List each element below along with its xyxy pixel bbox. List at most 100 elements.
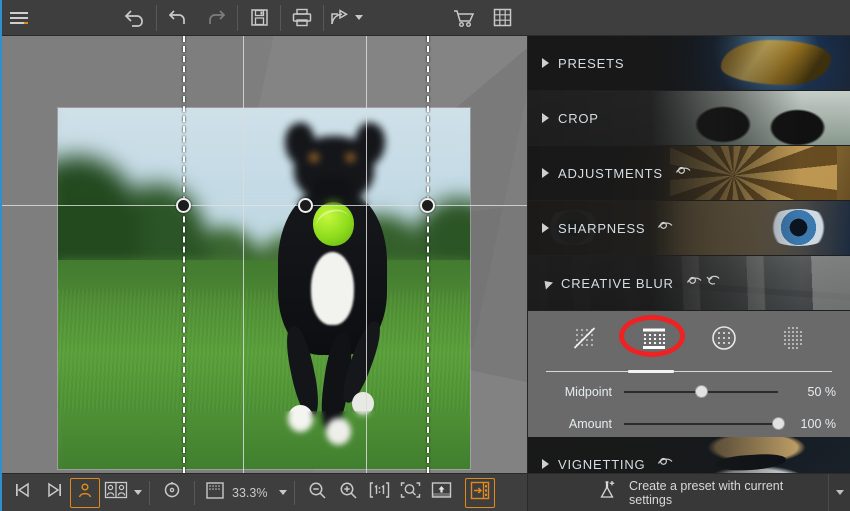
create-preset-button[interactable]: Create a preset with current settings <box>528 474 828 511</box>
single-portrait-icon <box>76 481 94 504</box>
one-to-one-icon <box>368 480 391 505</box>
fullscreen-button[interactable] <box>426 478 456 508</box>
sidebar-item-creative-blur[interactable]: CREATIVE BLUR <box>528 256 850 311</box>
mode-underline <box>546 371 832 372</box>
chevron-right-icon <box>542 113 549 123</box>
hamburger-menu-button[interactable] <box>0 0 38 36</box>
compare-view-button[interactable] <box>101 478 142 508</box>
zoom-out-button[interactable] <box>302 478 332 508</box>
blur-handle-left[interactable] <box>176 198 191 213</box>
chevron-down-icon[interactable] <box>279 490 288 495</box>
toolbar-divider <box>280 4 281 31</box>
sidebar-item-presets[interactable]: PRESETS <box>528 36 850 91</box>
blur-mode-none[interactable] <box>564 322 606 358</box>
sidebar-item-label: PRESETS <box>558 55 625 71</box>
dog-paw <box>325 418 351 445</box>
diamond-dots-icon <box>780 325 806 356</box>
amount-slider-row: Amount 100 % <box>528 411 850 437</box>
midpoint-slider[interactable] <box>624 385 778 399</box>
chevron-down-icon[interactable] <box>134 490 142 495</box>
sidebar-item-crop[interactable]: CROP <box>528 91 850 146</box>
main-area: PRESETS CROP ADJUSTMENTS SHARPNESS CREAT… <box>0 36 850 473</box>
dots-crossed-out-icon <box>572 325 598 356</box>
printer-icon <box>291 7 313 28</box>
blur-mode-radial[interactable] <box>703 322 745 358</box>
cart-button[interactable] <box>445 0 483 36</box>
blur-handle-right[interactable] <box>420 198 435 213</box>
sidebar-item-sharpness[interactable]: SHARPNESS <box>528 201 850 256</box>
rotate-arrow-icon <box>161 479 183 506</box>
undo-button[interactable] <box>159 0 197 36</box>
photo-editor-window: PRESETS CROP ADJUSTMENTS SHARPNESS CREAT… <box>0 0 850 511</box>
eye-visibility-icon[interactable] <box>686 274 703 292</box>
amount-slider[interactable] <box>624 417 785 431</box>
shopping-cart-icon <box>452 7 476 29</box>
dual-portrait-icon <box>104 481 128 504</box>
chevron-down-icon <box>540 276 554 290</box>
toolbar-divider <box>149 480 150 505</box>
sidebar-item-label: CROP <box>558 110 599 126</box>
window-left-accent <box>0 0 2 511</box>
midpoint-slider-knob[interactable] <box>695 385 708 398</box>
amount-slider-value: 100 % <box>800 417 836 431</box>
print-button[interactable] <box>283 0 321 36</box>
eye-visibility-icon[interactable] <box>657 219 674 237</box>
share-arrow-icon <box>328 7 350 28</box>
creative-blur-panel: Midpoint 50 % Amount 100 % <box>528 311 850 437</box>
zoom-in-button[interactable] <box>333 478 363 508</box>
zoom-level-value: 33.3% <box>232 485 268 500</box>
photo-preview[interactable] <box>57 107 471 470</box>
hamburger-menu-icon <box>8 10 30 26</box>
toolbar-divider <box>194 480 195 505</box>
dotted-frame-icon <box>205 481 225 505</box>
sidebar-item-label: VIGNETTING <box>558 456 646 472</box>
amount-slider-knob[interactable] <box>772 417 785 430</box>
zoom-actual-button[interactable] <box>364 478 394 508</box>
grid-thumbnails-icon <box>492 7 513 28</box>
sidebar-item-label: SHARPNESS <box>558 220 646 236</box>
tennis-ball-seam <box>312 205 354 243</box>
midpoint-slider-label: Midpoint <box>564 385 612 399</box>
dog-eye-right <box>345 153 356 162</box>
image-canvas[interactable] <box>0 36 527 473</box>
dog-paw <box>287 405 313 432</box>
midpoint-slider-value: 50 % <box>807 385 837 399</box>
single-view-button[interactable] <box>70 477 100 508</box>
share-button[interactable] <box>326 0 363 36</box>
skip-next-icon <box>44 481 64 504</box>
toolbar-divider <box>237 4 238 31</box>
eye-visibility-icon[interactable] <box>675 164 692 182</box>
magnifier-minus-icon <box>307 480 328 506</box>
undo-all-arrow-icon <box>123 7 147 29</box>
grid-view-button[interactable] <box>483 0 521 36</box>
chevron-right-icon <box>542 459 549 469</box>
next-image-button[interactable] <box>39 478 69 508</box>
top-toolbar <box>0 0 850 36</box>
preset-dropdown-button[interactable] <box>828 474 850 511</box>
sidebar-item-vignetting[interactable]: VIGNETTING <box>528 437 850 473</box>
blur-mode-tilt-shift[interactable] <box>633 322 675 358</box>
chevron-down-icon[interactable] <box>355 15 363 20</box>
zoom-level-control[interactable]: 33.3% <box>202 478 288 508</box>
chevron-down-icon <box>835 490 844 495</box>
eye-visibility-icon[interactable] <box>657 455 674 473</box>
blur-mode-full[interactable] <box>772 322 814 358</box>
toolbar-divider <box>294 480 296 505</box>
toggle-panel-button[interactable] <box>465 477 496 508</box>
undo-arrow-icon <box>167 7 189 29</box>
panel-toggle-icon <box>470 481 490 505</box>
skip-previous-icon <box>13 481 33 504</box>
sidebar-item-adjustments[interactable]: ADJUSTMENTS <box>528 146 850 201</box>
reset-section-icon[interactable] <box>706 274 722 292</box>
zoom-fit-button[interactable] <box>395 478 425 508</box>
dog-muzzle <box>310 175 356 206</box>
dog-chest-blaze <box>310 252 354 326</box>
save-button[interactable] <box>240 0 278 36</box>
reset-button[interactable] <box>116 0 154 36</box>
blur-handle-center[interactable] <box>298 198 313 213</box>
sidebar-item-label: ADJUSTMENTS <box>558 165 663 181</box>
redo-button[interactable] <box>197 0 235 36</box>
rotate-button[interactable] <box>157 478 187 508</box>
previous-image-button[interactable] <box>8 478 38 508</box>
amount-slider-label: Amount <box>568 417 612 431</box>
